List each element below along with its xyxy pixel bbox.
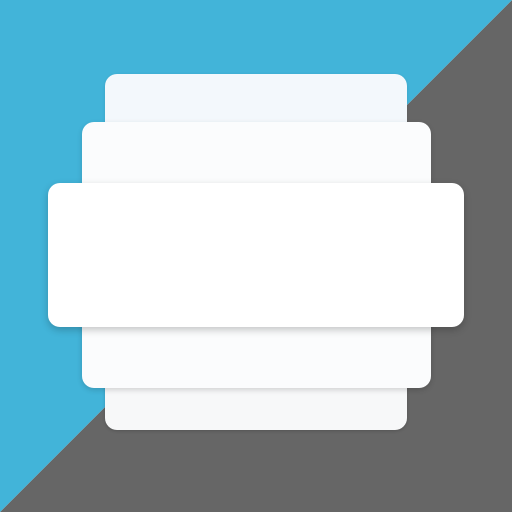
card-front bbox=[48, 183, 464, 327]
app-icon bbox=[0, 0, 512, 512]
